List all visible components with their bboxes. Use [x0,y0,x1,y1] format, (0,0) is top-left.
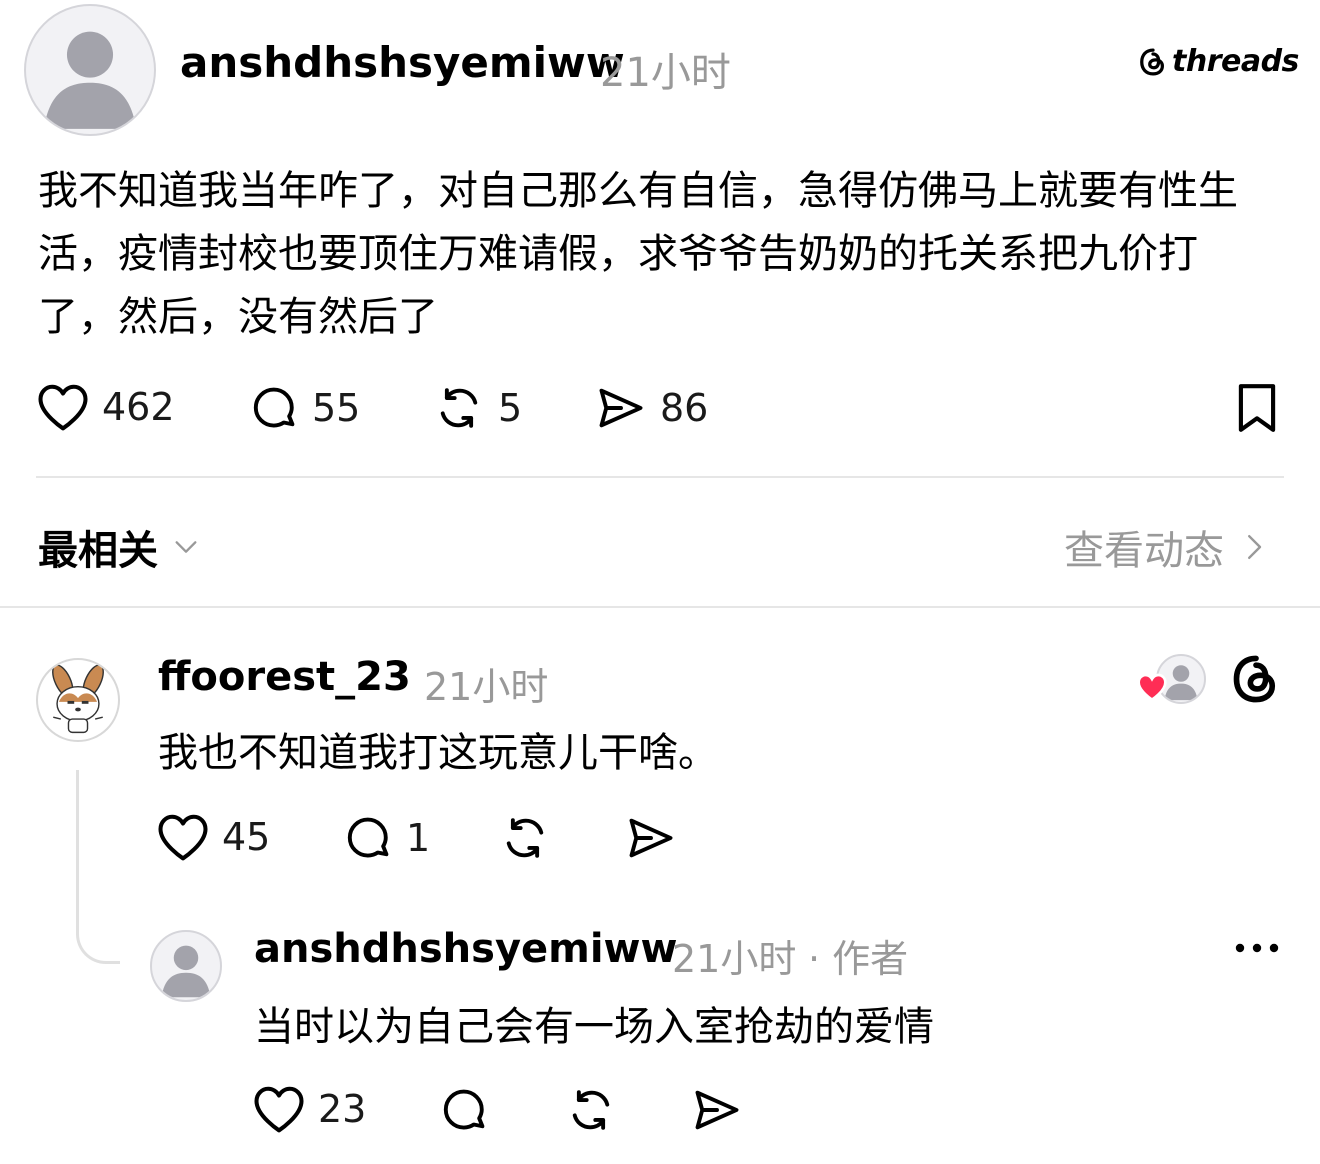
default-avatar-icon [43,31,137,129]
post-avatar[interactable] [24,4,156,136]
reply2-avatar[interactable] [150,930,222,1002]
reply1-repost-icon[interactable] [498,812,552,864]
share-count: 86 [660,386,709,430]
reply2-share-icon[interactable] [690,1084,744,1136]
heart-icon [252,1084,306,1134]
chevron-down-icon [172,533,200,561]
post-divider [36,476,1284,478]
reply1-reply-button[interactable]: 1 [342,812,430,864]
default-avatar-icon [161,945,211,998]
liked-by-author-indicator [1136,654,1208,706]
share-icon [594,382,648,434]
threads-logo: threads [1138,44,1299,79]
reply2-like-button[interactable]: 23 [252,1084,366,1134]
reply2-time: 21小时 [672,937,797,981]
post-text: 我不知道我当年咋了，对自己那么有自信，急得仿佛马上就要有性生活，疫情封校也要顶住… [38,168,1238,340]
reply2-comment-icon[interactable] [438,1084,490,1136]
bookmark-icon[interactable] [1234,380,1280,436]
comment-icon [342,812,394,864]
threads-icon[interactable] [1230,652,1282,706]
sort-dropdown[interactable]: 最相关 [38,518,200,576]
heart-icon [156,812,210,862]
view-activity-label: 查看动态 [1064,528,1224,574]
repost-button[interactable]: 5 [432,382,522,434]
red-heart-icon [1136,672,1168,702]
like-count: 462 [102,385,175,429]
reply2-repost-icon[interactable] [564,1084,618,1136]
post-time: 21小时 [600,50,731,96]
chevron-right-icon [1242,532,1266,562]
view-activity-link[interactable]: 查看动态 [1064,518,1266,576]
sort-label: 最相关 [38,528,158,574]
reply1-username[interactable]: ffoorest_23 [158,654,411,700]
reply2-text: 当时以为自己会有一场入室抢劫的爱情 [254,1004,934,1050]
thread-line [76,770,120,964]
dog-avatar-icon [52,664,104,734]
reply1-like-button[interactable]: 45 [156,812,270,862]
reply1-like-count: 45 [222,815,271,859]
reply1-reply-count: 1 [406,816,431,860]
reply2-like-count: 23 [318,1087,367,1131]
repost-count: 5 [498,386,523,430]
threads-logo-icon [1138,47,1168,77]
like-button[interactable]: 462 [36,382,175,432]
section-divider [0,606,1320,608]
reply-button[interactable]: 55 [248,382,360,434]
reply-count: 55 [312,386,361,430]
author-tag: · 作者 [808,937,909,981]
more-options-icon[interactable] [1232,938,1282,958]
post-username[interactable]: anshdhshsyemiww [180,38,625,87]
reply1-avatar[interactable] [36,658,120,742]
reply1-text: 我也不知道我打这玩意儿干啥。 [158,730,718,776]
reply1-time: 21小时 [424,665,549,709]
repost-icon [432,382,486,434]
reply1-share-icon[interactable] [624,812,678,864]
comment-icon [248,382,300,434]
reply2-username[interactable]: anshdhshsyemiww [254,926,677,972]
threads-logo-text: threads [1172,44,1299,79]
share-button[interactable]: 86 [594,382,708,434]
heart-icon [36,382,90,432]
